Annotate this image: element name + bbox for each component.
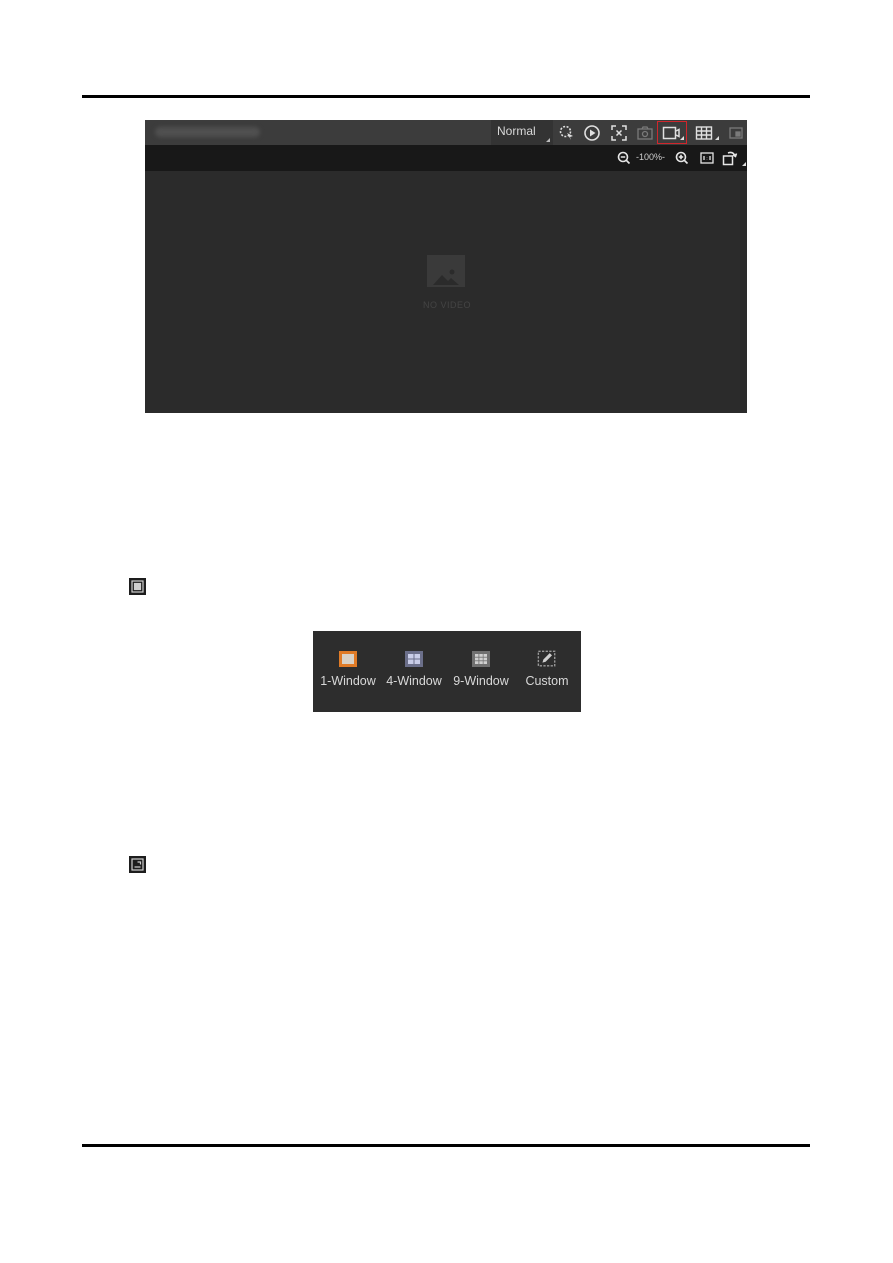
stream-mode-select[interactable]: Normal bbox=[491, 120, 553, 145]
zoom-level-readout: -100%- bbox=[636, 152, 666, 162]
nine-window-icon bbox=[471, 649, 491, 669]
window-division-icon bbox=[129, 578, 146, 595]
nine-window-label: 9-Window bbox=[453, 674, 509, 688]
live-view-window: Normal -100%- NO VIDEO bbox=[145, 120, 747, 413]
nine-window-option[interactable]: 9-Window bbox=[448, 649, 514, 688]
camera-title-blurred bbox=[155, 127, 260, 137]
window-division-icon[interactable] bbox=[693, 122, 719, 143]
one-window-label: 1-Window bbox=[320, 674, 376, 688]
rotate-icon[interactable] bbox=[722, 149, 746, 167]
zoom-in-icon[interactable] bbox=[673, 149, 691, 167]
record-icon[interactable] bbox=[657, 121, 687, 144]
pip-icon bbox=[129, 856, 146, 873]
custom-window-option[interactable]: Custom bbox=[514, 649, 580, 688]
dropdown-triangle-icon bbox=[546, 138, 550, 142]
dropdown-triangle-icon bbox=[742, 162, 746, 166]
dropdown-triangle-icon bbox=[715, 136, 719, 140]
no-video-text: NO VIDEO bbox=[422, 300, 471, 310]
pip-icon[interactable] bbox=[725, 122, 747, 143]
custom-window-label: Custom bbox=[525, 674, 569, 688]
dropdown-triangle-icon bbox=[680, 136, 684, 140]
live-view-toolbar: Normal bbox=[145, 120, 747, 145]
header-rule bbox=[82, 95, 810, 98]
one-window-icon bbox=[338, 649, 358, 669]
fullscreen-icon[interactable] bbox=[608, 122, 630, 143]
snapshot-icon[interactable] bbox=[634, 122, 656, 143]
stream-mode-label: Normal bbox=[497, 124, 536, 138]
image-icon bbox=[427, 255, 465, 287]
zoom-out-icon[interactable] bbox=[615, 149, 633, 167]
playback-icon[interactable] bbox=[581, 122, 603, 143]
original-size-icon[interactable] bbox=[698, 149, 716, 167]
smart-search-icon[interactable] bbox=[556, 122, 578, 143]
four-window-icon bbox=[404, 649, 424, 669]
four-window-option[interactable]: 4-Window bbox=[381, 649, 447, 688]
window-division-panel: 1-Window 4-Window 9-Window Custom bbox=[313, 631, 581, 712]
live-view-subbar: -100%- bbox=[145, 145, 747, 171]
footer-rule bbox=[82, 1144, 810, 1147]
custom-window-icon bbox=[537, 649, 557, 669]
one-window-option[interactable]: 1-Window bbox=[315, 649, 381, 688]
four-window-label: 4-Window bbox=[386, 674, 442, 688]
